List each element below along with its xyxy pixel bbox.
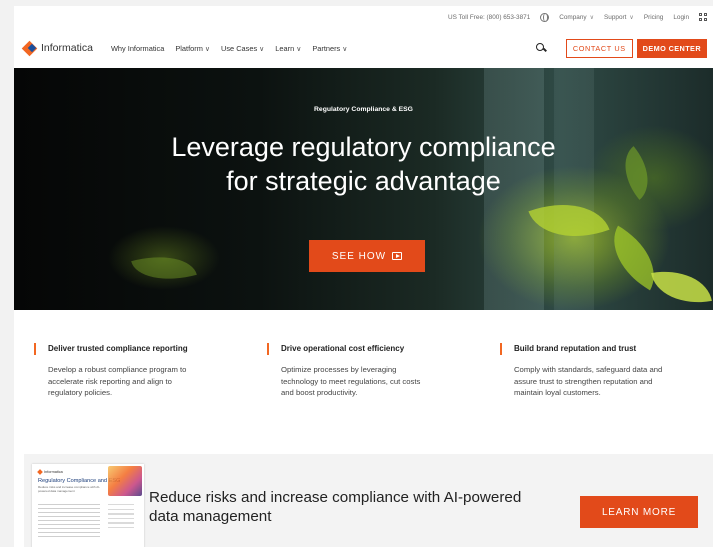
play-video-icon (392, 252, 403, 260)
leaf-graphic (131, 245, 197, 291)
nav-item-label: Platform (175, 43, 203, 53)
feature-description-line: accelerate risk reporting and align to (48, 376, 172, 386)
nav-item-label: Why Informatica (110, 43, 165, 53)
feature-description-line: Optimize processes by leveraging (281, 365, 397, 374)
hero-banner: Regulatory Compliance & ESG Leverage reg… (14, 68, 713, 310)
feature-description-line: Develop a robust compliance program to (48, 365, 187, 374)
nav-actions: CONTACT US DEMO CENTER (535, 28, 707, 68)
ebook-sidebar-lines (108, 504, 134, 531)
learn-more-button[interactable]: LEARN MORE (580, 496, 698, 528)
chevron-down-icon: ∨ (204, 45, 210, 53)
informatica-logo-icon (21, 40, 38, 56)
company-menu[interactable]: Company ∨ (559, 14, 594, 21)
support-label: Support (604, 13, 627, 21)
feature-description-line: Comply with standards, safeguard data an… (514, 365, 663, 374)
feature-description-line: regulatory policies. (48, 388, 113, 398)
feature-description: Comply with standards, safeguard data an… (500, 364, 700, 399)
ebook-brand-text: Informatica (44, 470, 63, 474)
logo[interactable]: Informatica (21, 40, 93, 56)
feature-title: Drive operational cost efficiency (267, 343, 467, 355)
nav-item-label: Use Cases (221, 43, 258, 53)
features-section: Deliver trusted compliance reporting Dev… (14, 343, 713, 424)
feature-title: Build brand reputation and trust (500, 343, 700, 355)
nav-item-label: Partners (312, 43, 341, 53)
globe-icon[interactable] (540, 12, 550, 22)
chevron-down-icon: ∨ (629, 14, 634, 21)
feature-description: Develop a robust compliance program to a… (34, 364, 234, 399)
hero-eyebrow: Regulatory Compliance & ESG (314, 106, 413, 113)
nav-item-learn[interactable]: Learn ∨ (275, 44, 301, 53)
hero-title: Leverage regulatory compliance for strat… (14, 130, 713, 198)
feature-description-line: and boost productivity. (281, 388, 358, 398)
see-how-button[interactable]: SEE HOW (309, 240, 425, 272)
nav-menu: Why Informatica Platform ∨ Use Cases ∨ Lea… (111, 44, 347, 53)
feature-title: Deliver trusted compliance reporting (34, 343, 234, 355)
nav-item-use-cases[interactable]: Use Cases ∨ (221, 44, 264, 53)
grid-menu-icon[interactable] (699, 13, 707, 21)
contact-us-button[interactable]: CONTACT US (565, 38, 633, 58)
ebook-thumbnail[interactable]: Informatica Regulatory Compliance and ES… (32, 464, 144, 547)
ebook-cover-graphic (108, 466, 142, 496)
utility-bar: US Toll Free: (800) 653-3871 Company ∨ Su… (14, 6, 713, 28)
page: US Toll Free: (800) 653-3871 Company ∨ Su… (14, 6, 713, 547)
leaf-graphic (651, 263, 712, 310)
feature-description-line: maintain loyal customers. (514, 388, 601, 398)
see-how-label: SEE HOW (331, 250, 387, 262)
feature-item: Drive operational cost efficiency Optimi… (267, 343, 467, 399)
promo-banner: Informatica Regulatory Compliance and ES… (24, 454, 713, 547)
nav-item-label: Learn (275, 43, 295, 53)
demo-center-button[interactable]: DEMO CENTER (636, 38, 707, 58)
nav-item-why-informatica[interactable]: Why Informatica (111, 44, 164, 53)
search-icon[interactable] (535, 43, 546, 53)
banner-headline: Reduce risks and increase compliance wit… (149, 488, 569, 526)
hero-title-line: Leverage regulatory compliance (171, 132, 556, 162)
nav-item-platform[interactable]: Platform ∨ (175, 44, 210, 53)
chevron-down-icon: ∨ (296, 45, 302, 53)
ebook-subtitle: Reduce risks and increase compliance wit… (38, 485, 101, 493)
ebook-body-lines (38, 504, 100, 540)
login-link[interactable]: Login (673, 14, 689, 21)
pricing-link[interactable]: Pricing (644, 14, 664, 21)
feature-item: Deliver trusted compliance reporting Dev… (34, 343, 234, 399)
toll-free-number[interactable]: US Toll Free: (800) 653-3871 (448, 14, 530, 21)
feature-description-line: assure trust to strengthen reputation an… (514, 376, 653, 386)
informatica-logo-icon (37, 469, 43, 475)
nav-item-partners[interactable]: Partners ∨ (312, 44, 347, 53)
feature-description: Optimize processes by leveraging technol… (267, 364, 467, 399)
chevron-down-icon: ∨ (342, 45, 348, 53)
logo-text: Informatica (41, 42, 93, 54)
chevron-down-icon: ∨ (259, 45, 265, 53)
feature-description-line: technology to meet regulations, cut cost… (281, 376, 421, 386)
main-nav: Informatica Why Informatica Platform ∨ Us… (14, 28, 713, 68)
support-menu[interactable]: Support ∨ (604, 14, 634, 21)
ebook-brand: Informatica (37, 469, 63, 475)
chevron-down-icon: ∨ (589, 14, 595, 21)
hero-title-line: for strategic advantage (226, 166, 501, 196)
company-label: Company (559, 13, 587, 21)
banner-headline-line: Reduce risks and increase compliance wit… (149, 489, 522, 506)
banner-headline-line: data management (149, 508, 272, 525)
feature-item: Build brand reputation and trust Comply … (500, 343, 700, 399)
